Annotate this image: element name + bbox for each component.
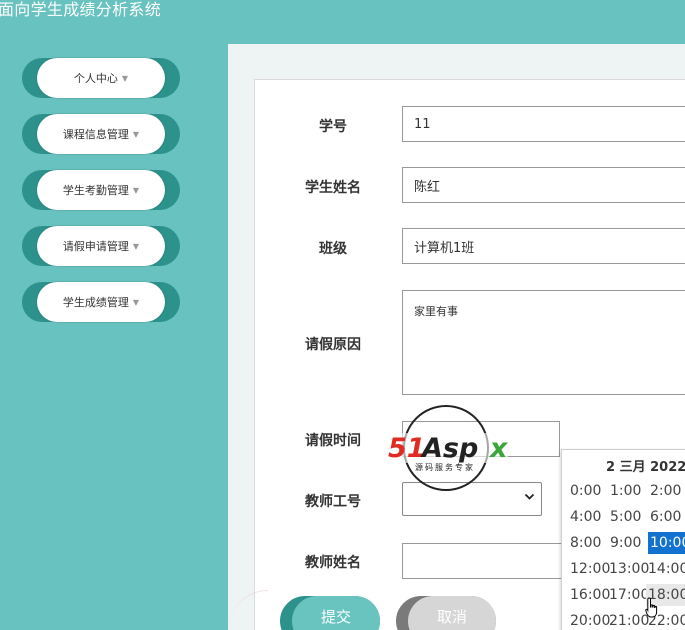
time-picker-row: 20:00 21:00 22:00 xyxy=(568,608,685,630)
sidebar-item-grades[interactable]: 学生成绩管理 ▼ xyxy=(22,282,180,322)
time-picker-row: 12:00 13:00 14:00 xyxy=(568,556,685,582)
reason-textarea[interactable]: 家里有事 xyxy=(402,290,685,395)
sidebar-item-personal-center[interactable]: 个人中心 ▼ xyxy=(22,58,180,98)
student-id-value: 11 xyxy=(414,116,431,132)
decorative-curve xyxy=(228,590,268,630)
cancel-button-label: 取消 xyxy=(408,596,496,630)
time-option[interactable]: 2:00 xyxy=(648,480,685,502)
time-picker-row: 0:00 1:00 2:00 xyxy=(568,478,685,504)
sidebar-item-course-info[interactable]: 课程信息管理 ▼ xyxy=(22,114,180,154)
time-picker-row: 16:00 17:00 18:00 xyxy=(568,582,685,608)
chevron-down-icon: ▼ xyxy=(132,129,140,139)
class-label: 班级 xyxy=(319,241,347,257)
hand-cursor-icon xyxy=(645,597,658,618)
time-option[interactable]: 6:00 xyxy=(648,506,685,528)
time-option[interactable]: 20:00 xyxy=(568,610,610,630)
time-option[interactable]: 8:00 xyxy=(568,532,608,554)
submit-button-label: 提交 xyxy=(292,596,380,630)
class-input[interactable]: 计算机1班 xyxy=(402,228,685,264)
sidebar-item-label: 个人中心 xyxy=(73,72,118,85)
leave-time-label: 请假时间 xyxy=(305,433,361,449)
svg-text:源码服务专家: 源码服务专家 xyxy=(415,462,475,472)
time-option[interactable]: 0:00 xyxy=(568,480,608,502)
time-option[interactable]: 9:00 xyxy=(608,532,648,554)
reason-value: 家里有事 xyxy=(414,305,458,318)
chevron-down-icon: ▼ xyxy=(132,297,140,307)
chevron-down-icon: ▼ xyxy=(121,73,129,83)
chevron-down-icon xyxy=(524,493,535,500)
watermark-logo: 51 Asp x 源码服务专家 xyxy=(388,405,509,491)
svg-text:Asp: Asp xyxy=(420,433,478,464)
time-option[interactable]: 12:00 xyxy=(568,558,610,580)
time-picker-row: 4:00 5:00 6:00 xyxy=(568,504,685,530)
teacher-name-label: 教师姓名 xyxy=(305,555,361,571)
class-value: 计算机1班 xyxy=(414,240,475,256)
time-option[interactable]: 13:00 xyxy=(607,558,649,580)
time-option[interactable]: 16:00 xyxy=(568,584,610,606)
sidebar-item-leave-requests[interactable]: 请假申请管理 ▼ xyxy=(22,226,180,266)
student-id-label: 学号 xyxy=(319,119,347,135)
sidebar: 个人中心 ▼ 课程信息管理 ▼ 学生考勤管理 ▼ 请假申请管理 ▼ 学生成绩管理 ▼ xyxy=(0,44,228,630)
chevron-down-icon: ▼ xyxy=(132,241,140,251)
time-option-selected[interactable]: 10:00 xyxy=(648,532,685,554)
svg-text:51: 51 xyxy=(388,433,426,464)
student-name-input[interactable]: 陈红 xyxy=(402,167,685,203)
chevron-down-icon: ▼ xyxy=(132,185,140,195)
sidebar-item-attendance[interactable]: 学生考勤管理 ▼ xyxy=(22,170,180,210)
time-picker: 2 三月 2022 0:00 1:00 2:00 4:00 5:00 6:00 … xyxy=(561,449,685,630)
teacher-id-label: 教师工号 xyxy=(305,494,361,510)
student-id-input[interactable]: 11 xyxy=(402,106,685,142)
time-picker-grid: 0:00 1:00 2:00 4:00 5:00 6:00 8:00 9:00 … xyxy=(568,478,685,630)
time-option[interactable]: 1:00 xyxy=(608,480,648,502)
cancel-button[interactable]: 取消 xyxy=(396,596,496,630)
svg-text:x: x xyxy=(488,433,509,464)
sidebar-item-label: 请假申请管理 xyxy=(62,240,129,253)
time-picker-header: 2 三月 2022 xyxy=(606,460,685,475)
time-picker-row: 8:00 9:00 10:00 xyxy=(568,530,685,556)
sidebar-item-label: 学生成绩管理 xyxy=(62,296,129,309)
student-name-value: 陈红 xyxy=(414,179,441,195)
time-option[interactable]: 21:00 xyxy=(607,610,649,630)
time-option[interactable]: 5:00 xyxy=(608,506,648,528)
student-name-label: 学生姓名 xyxy=(305,180,361,196)
app-title: 面向学生成绩分析系统 xyxy=(0,0,162,19)
sidebar-item-label: 课程信息管理 xyxy=(62,128,129,141)
time-option[interactable]: 4:00 xyxy=(568,506,608,528)
submit-button[interactable]: 提交 xyxy=(280,596,380,630)
time-option[interactable]: 14:00 xyxy=(646,558,685,580)
time-option[interactable]: 17:00 xyxy=(607,584,649,606)
reason-label: 请假原因 xyxy=(305,337,361,353)
sidebar-item-label: 学生考勤管理 xyxy=(62,184,129,197)
